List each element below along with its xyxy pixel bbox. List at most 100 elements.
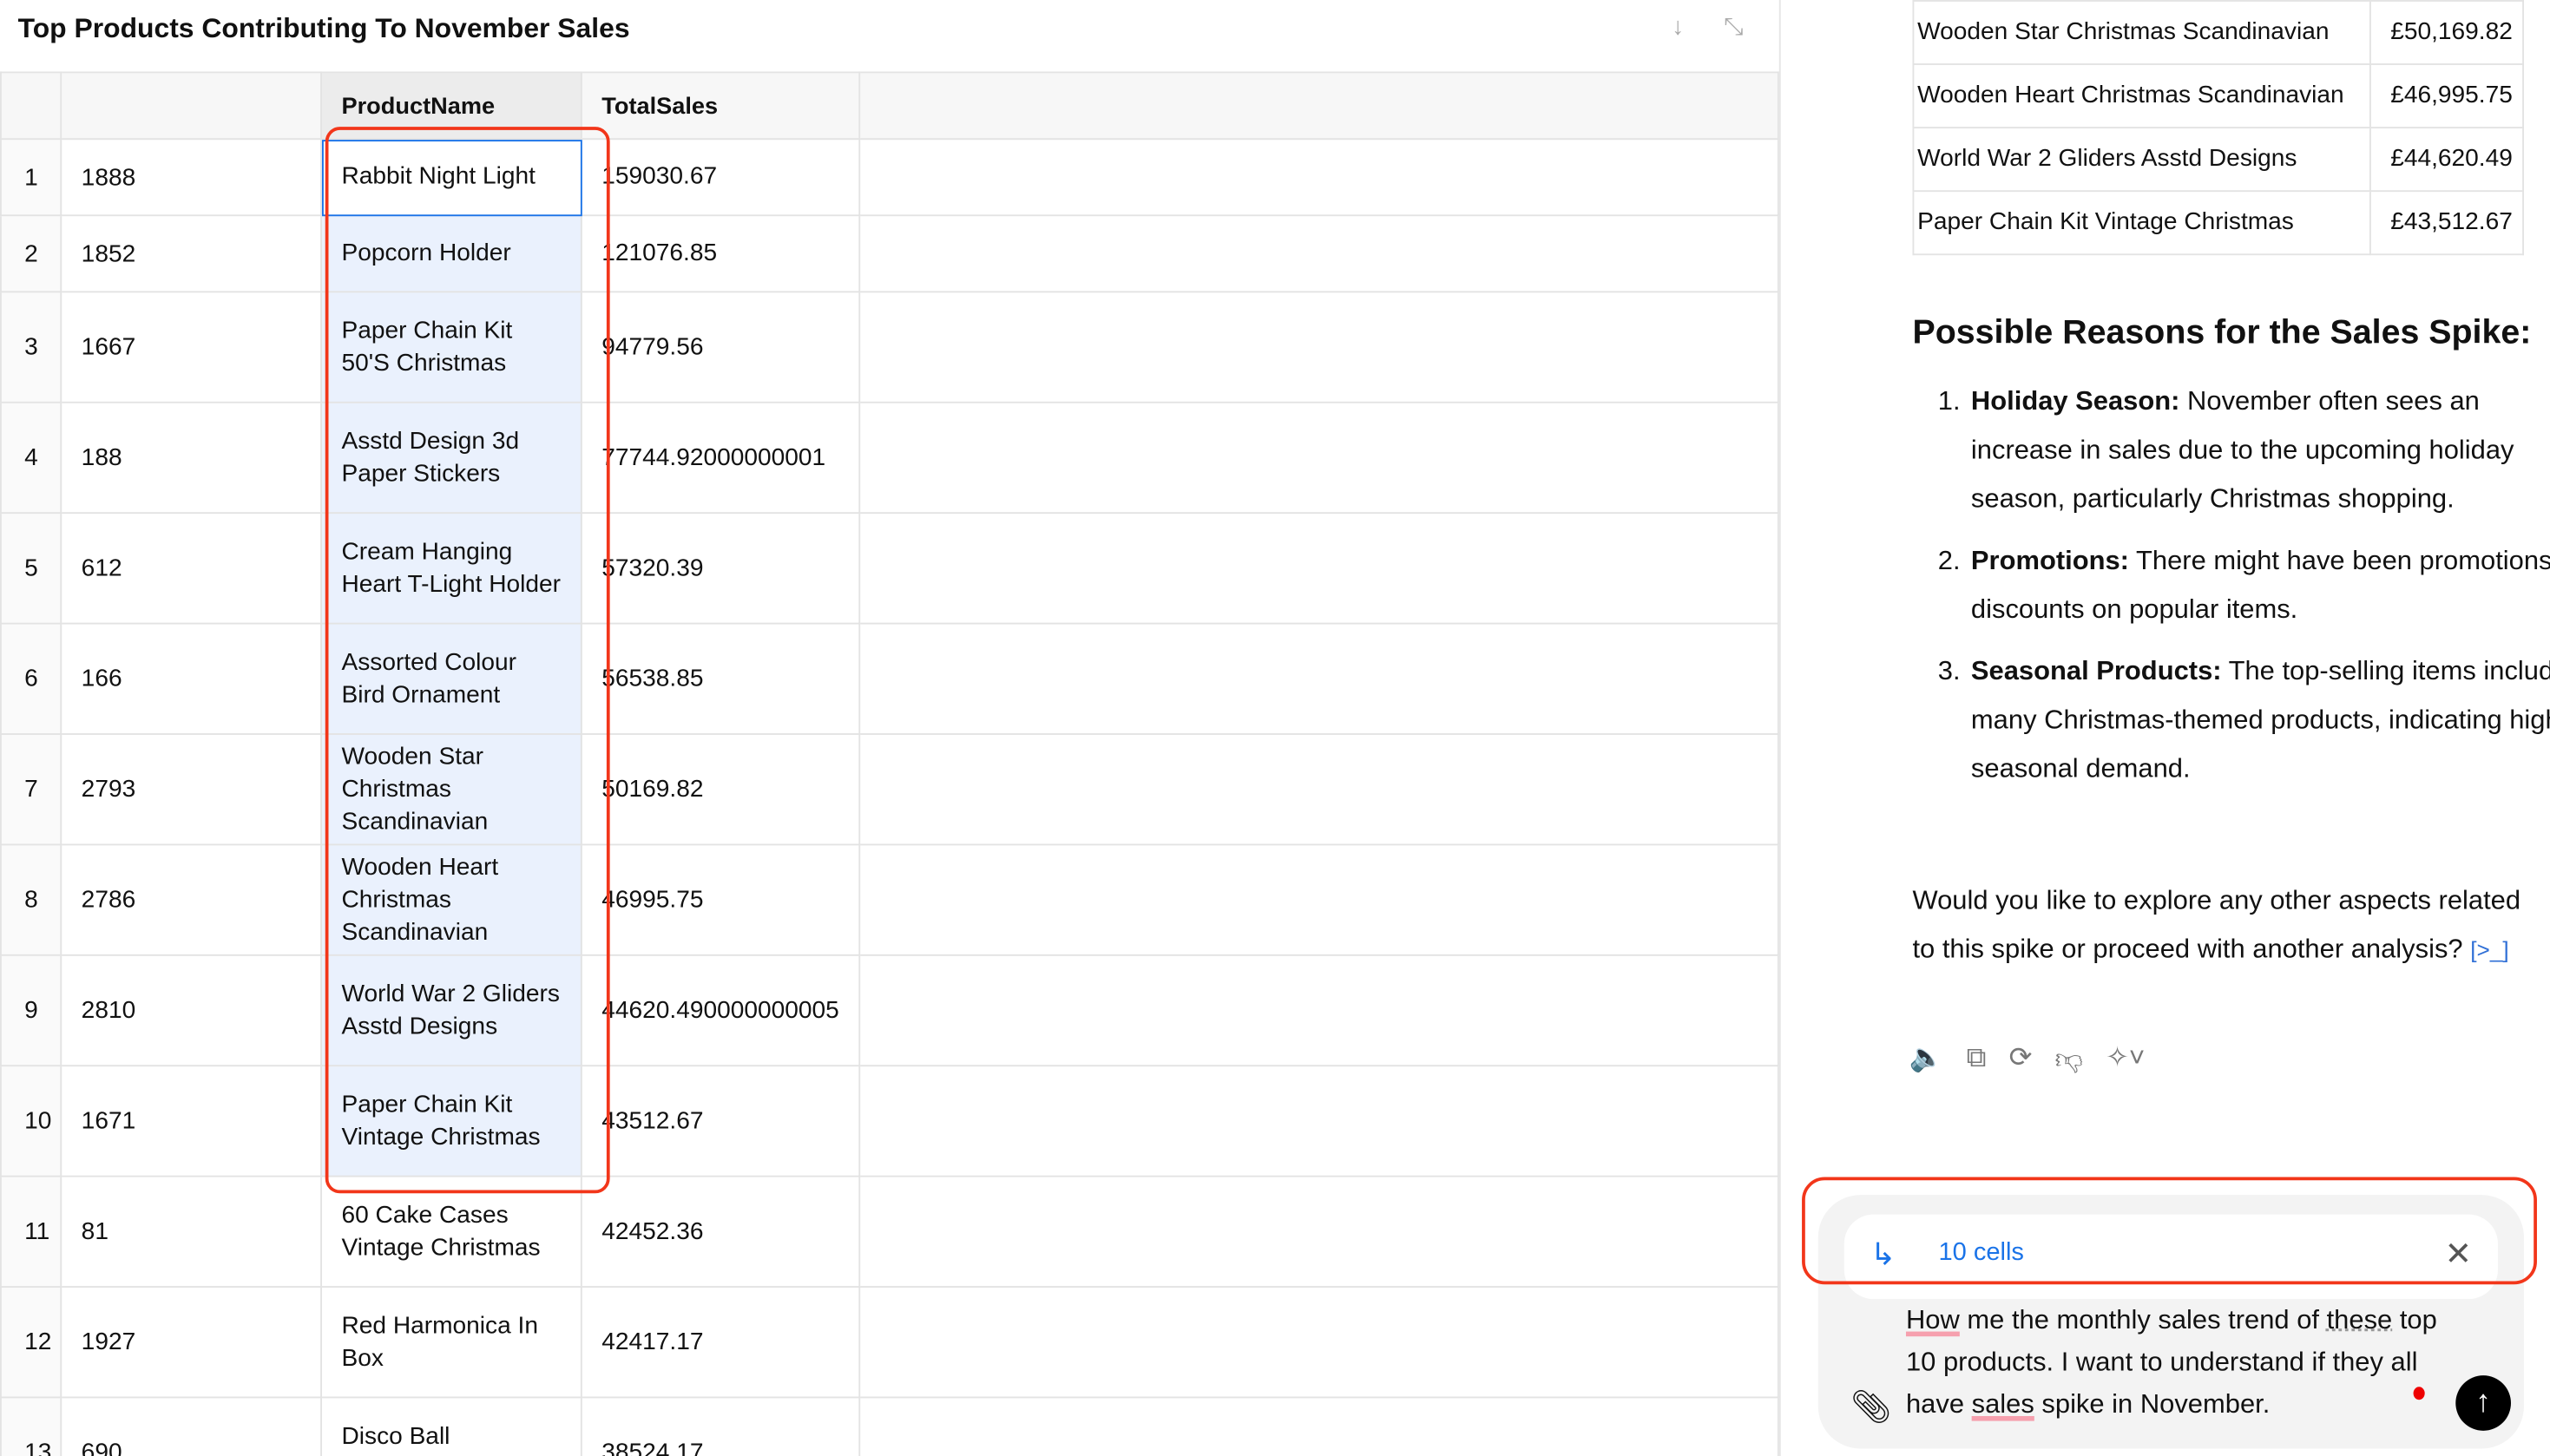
cell-totalsales[interactable]: 46995.75 [580,843,861,956]
cell-totalsales[interactable]: 42417.17 [580,1286,861,1399]
msg-text: me the monthly sales trend of [1959,1305,2327,1335]
cell-productname[interactable]: 60 Cake Cases Vintage Christmas [320,1175,582,1288]
cell-productname[interactable]: Disco Ball Christmas [320,1396,582,1456]
followup-text: Would you like to explore any other aspe… [1912,876,2530,974]
cell-totalsales[interactable]: 50169.82 [580,733,861,846]
reason-item: Seasonal Products: The top-selling items… [1968,647,2550,794]
cell-empty [858,138,1779,217]
cell-id[interactable]: 2786 [60,843,322,956]
cell-totalsales[interactable]: 43512.67 [580,1065,861,1177]
row-index[interactable]: 9 [0,954,62,1067]
send-button[interactable]: ↑ [2455,1375,2511,1431]
recording-dot [2413,1387,2425,1400]
cell-totalsales[interactable]: 44620.490000000005 [580,954,861,1067]
cell-empty [858,291,1779,403]
cell-id[interactable]: 612 [60,512,322,625]
msg-word: sales [1971,1390,2034,1420]
reason-item: Holiday Season: November often sees an i… [1968,377,2550,524]
msg-word: How [1905,1305,1960,1335]
cell-id[interactable]: 188 [60,401,322,515]
cell-id[interactable]: 1888 [60,138,322,217]
attach-icon[interactable]: 📎︎ [1850,1387,1892,1427]
cell-totalsales[interactable]: 159030.67 [580,138,861,217]
collapse-icon[interactable]: ⤡ [1724,13,1744,41]
row-index[interactable]: 12 [0,1286,62,1399]
header-empty [858,71,1779,141]
code-citation-icon[interactable]: [>_] [2470,936,2509,962]
table-row: 9 2810 World War 2 Gliders Asstd Designs… [0,954,1779,1067]
cell-totalsales[interactable]: 77744.92000000001 [580,401,861,515]
cell-empty [858,1286,1779,1399]
thumbs-down-icon[interactable]: 👎︎ [2055,1042,2083,1076]
speaker-icon[interactable]: 🔈 [1909,1042,1944,1076]
regenerate-icon[interactable]: ⟳ [2009,1042,2033,1076]
summary-product: Paper Chain Kit Vintage Christmas [1912,190,2371,256]
download-icon[interactable]: ↓ [1672,13,1684,41]
cell-totalsales[interactable]: 94779.56 [580,291,861,403]
row-index[interactable]: 4 [0,401,62,515]
copy-icon[interactable]: ⧉ [1967,1042,1987,1076]
row-index[interactable]: 1 [0,138,62,217]
cell-productname[interactable]: Rabbit Night Light [320,138,582,217]
summary-product: Wooden Star Christmas Scandinavian [1912,0,2371,65]
cell-totalsales[interactable]: 57320.39 [580,512,861,625]
cell-id[interactable]: 2810 [60,954,322,1067]
cell-productname[interactable]: Popcorn Holder [320,214,582,293]
row-index[interactable]: 6 [0,622,62,735]
panel-title: Top Products Contributing To November Sa… [17,12,630,44]
cell-totalsales[interactable]: 56538.85 [580,622,861,735]
row-index[interactable]: 8 [0,843,62,956]
cell-empty [858,214,1779,293]
cell-id[interactable]: 1667 [60,291,322,403]
cell-totalsales[interactable]: 38524.17 [580,1396,861,1456]
table-row: 10 1671 Paper Chain Kit Vintage Christma… [0,1065,1779,1177]
cell-totalsales[interactable]: 42452.36 [580,1175,861,1288]
cell-empty [858,512,1779,625]
cell-productname[interactable]: Wooden Heart Christmas Scandinavian [320,843,582,956]
reason-item: Promotions: There might have been promot… [1968,536,2550,633]
cell-empty [858,954,1779,1067]
row-index[interactable]: 10 [0,1065,62,1177]
cell-productname[interactable]: Asstd Design 3d Paper Stickers [320,401,582,515]
msg-text: spike in November. [2034,1390,2271,1420]
cell-productname[interactable]: Paper Chain Kit 50'S Christmas [320,291,582,403]
cell-id[interactable]: 81 [60,1175,322,1288]
table-row: 11 81 60 Cake Cases Vintage Christmas 42… [0,1175,1779,1288]
cell-productname[interactable]: Wooden Star Christmas Scandinavian [320,733,582,846]
summary-value: £46,995.75 [2369,63,2524,129]
cell-id[interactable]: 1852 [60,214,322,293]
cell-productname[interactable]: Red Harmonica In Box [320,1286,582,1399]
cell-id[interactable]: 1671 [60,1065,322,1177]
summary-product: World War 2 Gliders Asstd Designs [1912,127,2371,193]
row-index[interactable]: 13 [0,1396,62,1456]
row-index[interactable]: 3 [0,291,62,403]
row-index[interactable]: 2 [0,214,62,293]
summary-product: Wooden Heart Christmas Scandinavian [1912,63,2371,129]
row-index[interactable]: 7 [0,733,62,846]
cell-productname[interactable]: World War 2 Gliders Asstd Designs [320,954,582,1067]
table-row: 2 1852 Popcorn Holder 121076.85 [0,214,1779,293]
cell-empty [858,1396,1779,1456]
cell-totalsales[interactable]: 121076.85 [580,214,861,293]
header-totalsales[interactable]: TotalSales [580,71,861,141]
cell-productname[interactable]: Cream Hanging Heart T-Light Holder [320,512,582,625]
row-index[interactable]: 5 [0,512,62,625]
cell-productname[interactable]: Paper Chain Kit Vintage Christmas [320,1065,582,1177]
table-row: 4 188 Asstd Design 3d Paper Stickers 777… [0,401,1779,515]
summary-row: Wooden Star Christmas Scandinavian £50,16… [1912,0,2524,65]
reasons-heading: Possible Reasons for the Sales Spike: [1912,313,2532,351]
sparkle-icon[interactable]: ✧˅ [2106,1042,2145,1076]
cell-productname[interactable]: Assorted Colour Bird Ornament [320,622,582,735]
followup-question: Would you like to explore any other aspe… [1912,886,2521,965]
row-index[interactable]: 11 [0,1175,62,1288]
cell-empty [858,622,1779,735]
cell-id[interactable]: 2793 [60,733,322,846]
cell-id[interactable]: 166 [60,622,322,735]
cell-id[interactable]: 1927 [60,1286,322,1399]
header-productname[interactable]: ProductName [320,71,582,141]
cell-id[interactable]: 690 [60,1396,322,1456]
message-input[interactable]: How me the monthly sales trend of these … [1906,1299,2442,1426]
table-panel: Top Products Contributing To November Sa… [0,0,1781,1456]
table-row: 7 2793 Wooden Star Christmas Scandinavia… [0,733,1779,846]
table-row: 8 2786 Wooden Heart Christmas Scandinavi… [0,843,1779,956]
